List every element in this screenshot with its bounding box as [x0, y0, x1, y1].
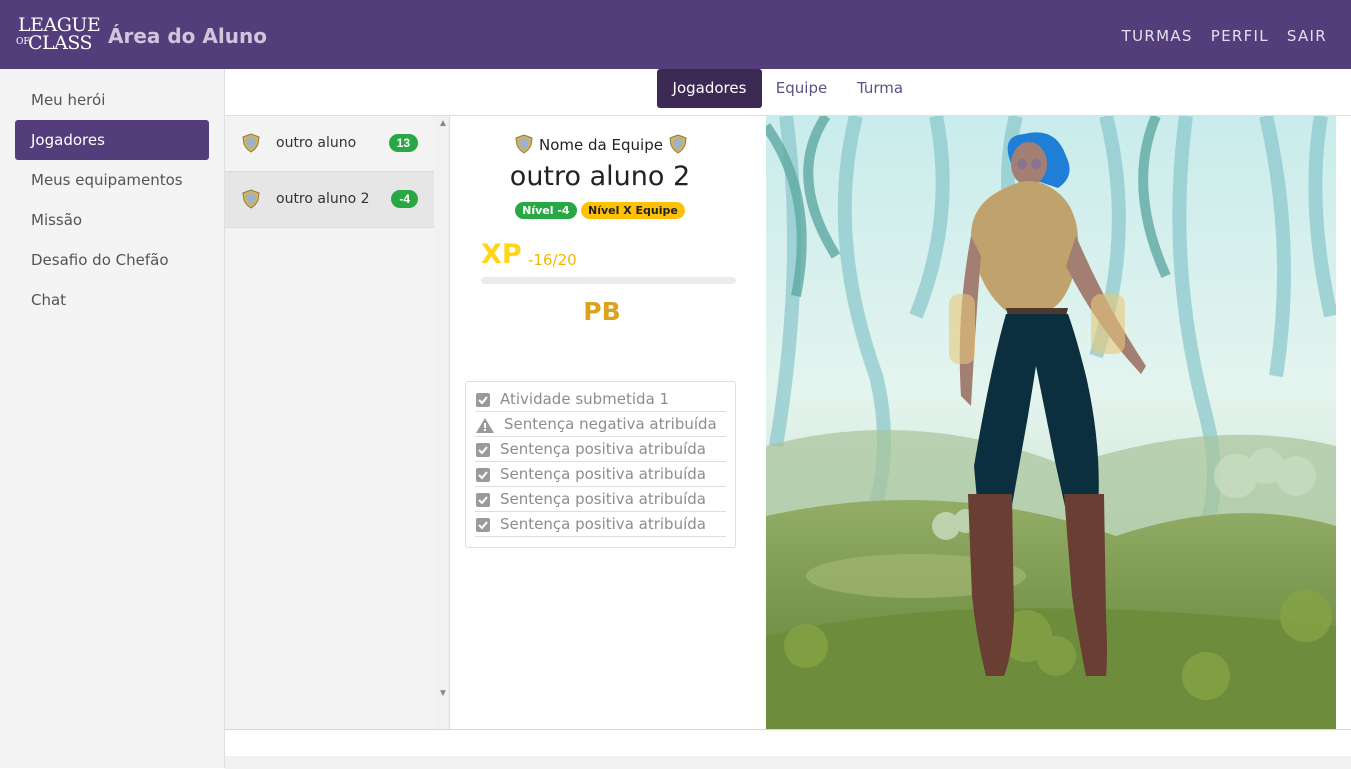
chevron-down-icon[interactable]: ▼ — [438, 688, 448, 699]
page-title: Área do Aluno — [108, 24, 267, 48]
activity-item: Sentença positiva atribuída — [475, 437, 726, 462]
league-of-class-logo[interactable]: LEAGUE OF CLASS — [16, 15, 101, 55]
sidebar-item-desafio-do-chefao[interactable]: Desafio do Chefão — [15, 240, 209, 280]
player-name: outro aluno — [276, 135, 357, 151]
xp-progress-bar — [481, 277, 736, 284]
sidebar: Meu herói Jogadores Meus equipamentos Mi… — [0, 69, 225, 768]
player-list-scrollbar[interactable]: ▲ ▼ — [434, 116, 450, 729]
player-level-badge: 13 — [388, 134, 418, 152]
list-item[interactable]: outro aluno 13 — [225, 116, 435, 172]
sidebar-item-missao[interactable]: Missão — [15, 200, 209, 240]
activity-text: Sentença positiva atribuída — [500, 515, 706, 533]
team-name-row: Nome da Equipe — [451, 134, 751, 154]
nav-link-perfil[interactable]: PERFIL — [1211, 27, 1269, 45]
team-level-badge: Nível X Equipe — [581, 202, 685, 219]
activity-text: Atividade submetida 1 — [500, 390, 670, 408]
nav-link-turmas[interactable]: TURMAS — [1122, 27, 1193, 45]
activity-text: Sentença positiva atribuída — [500, 440, 706, 458]
activity-text: Sentença negativa atribuída — [504, 415, 717, 433]
check-square-icon — [476, 443, 490, 457]
hero-illustration — [766, 116, 1336, 729]
xp-label: XP — [481, 239, 522, 270]
shield-icon — [669, 134, 687, 154]
team-name: Nome da Equipe — [539, 136, 663, 154]
tab-bar: Jogadores Equipe Turma — [225, 69, 1351, 116]
tab-jogadores[interactable]: Jogadores — [657, 69, 762, 108]
shield-icon — [242, 189, 260, 209]
activity-item: Sentença positiva atribuída — [475, 462, 726, 487]
shield-icon — [515, 134, 533, 154]
activity-log: Atividade submetida 1 Sentença negativa … — [465, 381, 736, 548]
horizontal-scrollbar[interactable] — [225, 756, 1351, 769]
nav-link-sair[interactable]: SAIR — [1287, 27, 1327, 45]
check-square-icon — [476, 493, 490, 507]
check-square-icon — [476, 393, 490, 407]
xp-value: -16/20 — [528, 251, 577, 269]
level-badge: Nível -4 — [515, 202, 577, 219]
activity-text: Sentença positiva atribuída — [500, 465, 706, 483]
check-square-icon — [476, 518, 490, 532]
tab-equipe[interactable]: Equipe — [769, 69, 834, 108]
player-list: outro aluno 13 outro aluno 2 -4 — [225, 116, 435, 729]
player-name: outro aluno 2 — [276, 191, 370, 207]
shield-icon — [242, 133, 260, 153]
warning-icon — [476, 418, 494, 433]
activity-item: Sentença positiva atribuída — [475, 487, 726, 512]
sidebar-item-meus-equipamentos[interactable]: Meus equipamentos — [15, 160, 209, 200]
activity-item: Sentença negativa atribuída — [475, 412, 726, 437]
chevron-up-icon[interactable]: ▲ — [438, 118, 448, 129]
hero-character-image — [766, 116, 1336, 729]
level-pills: Nível -4 Nível X Equipe — [451, 201, 749, 219]
player-detail-panel: Nome da Equipe outro aluno 2 Nível -4 Ní… — [451, 116, 766, 729]
sidebar-item-meu-heroi[interactable]: Meu herói — [15, 80, 209, 120]
logo-line-3: CLASS — [28, 32, 93, 54]
sidebar-item-jogadores[interactable]: Jogadores — [15, 120, 209, 160]
hero-name: outro aluno 2 — [509, 161, 691, 192]
tab-turma[interactable]: Turma — [850, 69, 910, 108]
sidebar-item-chat[interactable]: Chat — [15, 280, 209, 320]
check-square-icon — [476, 468, 490, 482]
pb-label: PB — [583, 297, 621, 326]
player-level-badge: -4 — [391, 190, 418, 208]
list-item[interactable]: outro aluno 2 -4 — [225, 172, 435, 228]
activity-text: Sentença positiva atribuída — [500, 490, 706, 508]
footer-bar — [225, 729, 1351, 769]
top-navbar: LEAGUE OF CLASS Área do Aluno TURMAS PER… — [0, 0, 1351, 69]
top-nav-menu: TURMAS PERFIL SAIR — [1122, 27, 1327, 45]
activity-item: Atividade submetida 1 — [475, 387, 726, 412]
activity-item: Sentença positiva atribuída — [475, 512, 726, 537]
